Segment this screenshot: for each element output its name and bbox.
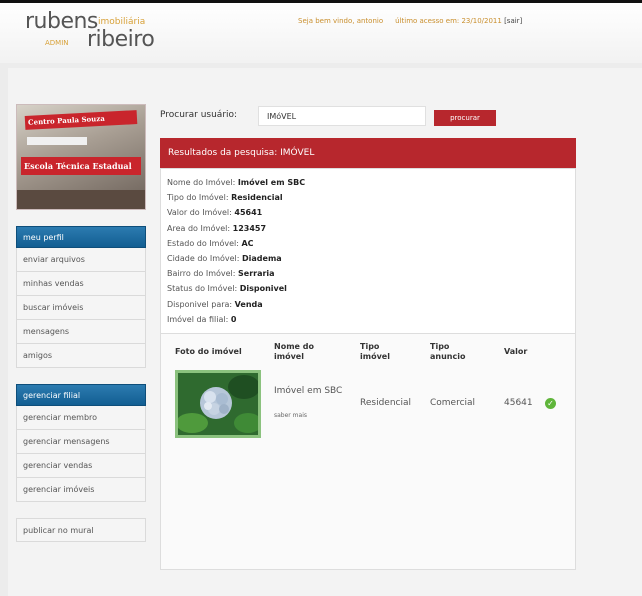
school-photo: Centro Paula Souza Escola Técnica Estadu… (16, 104, 146, 210)
cell-tipo-imovel: Residencial (360, 398, 411, 409)
menu-item-enviar-arquivos[interactable]: enviar arquivos (16, 248, 146, 272)
results-table: Foto do imóvel Nome do imóvel Tipo imóve… (160, 334, 576, 571)
logo-text-ribeiro: ribeiro (87, 27, 155, 52)
logo-text-imobiliaria: imobiliária (98, 17, 146, 27)
logout-link[interactable]: [sair] (504, 17, 522, 25)
menu-title-profile[interactable]: meu perfil (16, 226, 146, 248)
col-header-foto: Foto do imóvel (175, 347, 242, 357)
user-welcome: Seja bem vindo, antonio último acesso em:… (298, 17, 522, 25)
header: rubens imobiliária ADMIN ribeiro Seja be… (0, 3, 642, 63)
property-photo[interactable] (175, 370, 261, 439)
detail-valor: Valor do Imóvel: 45641 (167, 208, 263, 218)
menu-item-amigos[interactable]: amigos (16, 344, 146, 368)
property-details: Nome do Imóvel: Imóvel em SBC Tipo do Im… (160, 168, 576, 335)
detail-area: Area do Imóvel: 123457 (167, 223, 267, 233)
menu-item-gerenciar-imoveis[interactable]: gerenciar imóveis (16, 478, 146, 502)
menu-item-minhas-vendas[interactable]: minhas vendas (16, 272, 146, 296)
main-content: Procurar usuário: procurar Resultados da… (160, 104, 576, 571)
col-header-tipo-imovel: Tipo imóvel (360, 342, 390, 362)
menu-item-gerenciar-membro[interactable]: gerenciar membro (16, 406, 146, 430)
banner-sign-white (27, 137, 87, 145)
detail-tipo: Tipo do Imóvel: Residencial (167, 193, 283, 203)
menu-item-gerenciar-mensagens[interactable]: gerenciar mensagens (16, 430, 146, 454)
search-bar: Procurar usuário: procurar (160, 104, 576, 128)
detail-status: Status do Imóvel: Disponivel (167, 284, 287, 294)
logo-text-admin: ADMIN (45, 39, 69, 47)
check-circle-icon: ✓ (545, 398, 556, 410)
search-input[interactable] (258, 106, 426, 126)
menu-item-buscar-imoveis[interactable]: buscar imóveis (16, 296, 146, 320)
col-header-nome: Nome do imóvel (274, 342, 314, 362)
search-button[interactable]: procurar (434, 110, 496, 126)
menu-item-mensagens[interactable]: mensagens (16, 320, 146, 344)
banner-sign-main: Escola Técnica Estadual (21, 157, 141, 175)
publish-mural-button[interactable]: publicar no mural (16, 518, 146, 542)
cell-tipo-anuncio: Comercial (430, 398, 476, 409)
results-title: Resultados da pesquisa: IMÓVEL (160, 138, 576, 168)
detail-filial: Imóvel da filial: 0 (167, 314, 237, 324)
col-header-tipo-anuncio: Tipo anuncio (430, 342, 466, 362)
detail-cidade: Cidade do Imóvel: Diadema (167, 254, 282, 264)
cell-valor: 45641 (504, 398, 533, 409)
sidebar: Centro Paula Souza Escola Técnica Estadu… (16, 104, 146, 542)
detail-bairro: Bairro do Imóvel: Serraria (167, 269, 275, 279)
search-label: Procurar usuário: (160, 110, 238, 120)
cell-nome[interactable]: Imóvel em SBC (274, 386, 344, 397)
banner-ground (17, 190, 145, 209)
detail-nome: Nome do Imóvel: Imóvel em SBC (167, 178, 306, 187)
detail-disponivel: Disponivel para: Venda (167, 299, 263, 309)
welcome-text: Seja bem vindo, antonio (298, 17, 384, 25)
flower-photo (178, 373, 258, 436)
logo[interactable]: rubens imobiliária ADMIN ribeiro (25, 9, 175, 59)
last-access-text: último acesso em: 23/10/2011 (395, 17, 502, 25)
banner-sign-top: Centro Paula Souza (24, 110, 138, 130)
col-header-valor: Valor (504, 347, 528, 357)
menu-title-filial[interactable]: gerenciar filial (16, 384, 146, 406)
detail-estado: Estado do Imóvel: AC (167, 238, 254, 248)
saber-mais-link[interactable]: saber mais (274, 412, 307, 419)
menu-item-gerenciar-vendas[interactable]: gerenciar vendas (16, 454, 146, 478)
